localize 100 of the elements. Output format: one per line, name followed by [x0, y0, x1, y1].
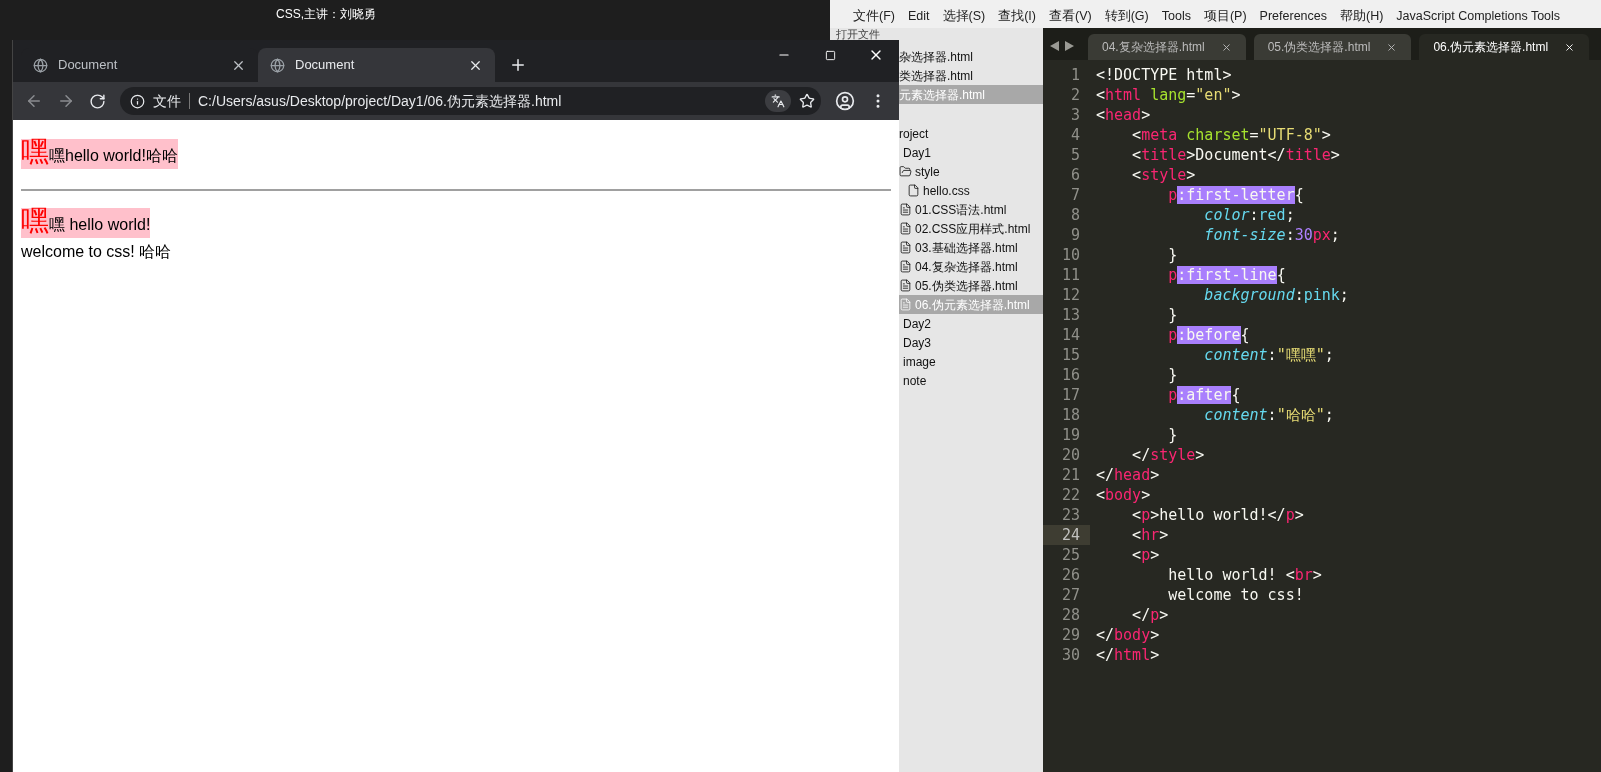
line-number: 3	[1069, 105, 1081, 125]
line-number: 11	[1060, 265, 1081, 285]
translate-icon	[771, 94, 785, 108]
info-icon[interactable]	[130, 93, 145, 109]
file-icon	[899, 279, 912, 292]
line-number: 22	[1060, 485, 1081, 505]
code-line: }	[1167, 365, 1178, 385]
reload-icon[interactable]	[89, 92, 106, 110]
file-icon	[907, 184, 920, 197]
menu-item[interactable]: 帮助(H)	[1340, 7, 1384, 26]
code-line: <style>	[1131, 165, 1196, 185]
line-number: 10	[1060, 245, 1081, 265]
sidebar-item[interactable]: Day3	[899, 333, 1043, 352]
sidebar-item[interactable]: Day1	[899, 143, 1043, 162]
sidebar-item[interactable]: 03.基础选择器.html	[899, 238, 1043, 257]
menu-item[interactable]: 转到(G)	[1104, 7, 1149, 26]
forward-icon[interactable]	[57, 92, 75, 110]
code-line: </style>	[1131, 445, 1205, 465]
menu-item[interactable]: JavaScript Completions Tools	[1396, 7, 1561, 26]
file-icon	[899, 298, 912, 311]
code-line: p:first-line{	[1167, 265, 1286, 285]
scroll-right-icon[interactable]	[1065, 41, 1074, 51]
file-icon	[899, 203, 912, 216]
line-number: 19	[1060, 425, 1081, 445]
line-number: 29	[1060, 625, 1081, 645]
translate-button[interactable]	[765, 90, 791, 112]
menu-item[interactable]: 查看(V)	[1049, 7, 1092, 26]
code-line: <p>	[1131, 545, 1160, 565]
line-number: 20	[1060, 445, 1081, 465]
open-file-item[interactable]: 杂选择器.html	[899, 47, 1043, 66]
sidebar-item[interactable]: 02.CSS应用样式.html	[899, 219, 1043, 238]
menu-item[interactable]: Edit	[907, 7, 930, 26]
sidebar-item[interactable]: note	[899, 371, 1043, 390]
sidebar-item[interactable]: image	[899, 352, 1043, 371]
sidebar-item[interactable]: 04.复杂选择器.html	[899, 257, 1043, 276]
line-number: 2	[1069, 85, 1081, 105]
line-number: 17	[1060, 385, 1081, 405]
line-number: 24	[1043, 525, 1090, 545]
code-line: content:"哈哈";	[1203, 405, 1334, 425]
sidebar-item[interactable]: Day2	[899, 314, 1043, 333]
sidebar-item[interactable]: 05.伪类选择器.html	[899, 276, 1043, 295]
menu-item[interactable]: 文件(F)	[853, 7, 895, 26]
line-number: 28	[1060, 605, 1081, 625]
folder-icon	[899, 165, 912, 178]
line-number: 8	[1069, 205, 1081, 225]
paragraph: 嘿嘿 hello world! welcome to css! 哈哈	[21, 207, 173, 261]
line-number: 12	[1060, 285, 1081, 305]
sidebar-item[interactable]: 01.CSS语法.html	[899, 200, 1043, 219]
line-number: 16	[1060, 365, 1081, 385]
sidebar-item[interactable]: style	[899, 162, 1043, 181]
editor-tab[interactable]: 04.复杂选择器.html	[1088, 34, 1246, 60]
editor-tab[interactable]: 05.伪类选择器.html	[1253, 34, 1412, 60]
sidebar-item[interactable]: hello.css	[899, 181, 1043, 200]
menu-item[interactable]: Preferences	[1259, 7, 1327, 26]
profile-icon[interactable]	[835, 91, 855, 111]
line-number: 27	[1060, 585, 1081, 605]
code-line: }	[1167, 245, 1178, 265]
code-line: content:"嘿嘿";	[1203, 345, 1334, 365]
menu-item[interactable]: 查找(I)	[998, 7, 1036, 26]
code-line: p:after{	[1167, 385, 1241, 405]
line-number: 4	[1069, 125, 1081, 145]
sidebar-item[interactable]: roject	[899, 124, 1043, 143]
back-icon[interactable]	[25, 92, 43, 110]
code-line: <body>	[1096, 485, 1151, 505]
star-icon[interactable]	[799, 93, 815, 109]
menu-item[interactable]: 项目(P)	[1203, 7, 1247, 26]
paragraph: 嘿嘿hello world!哈哈	[21, 138, 179, 171]
line-number: 25	[1060, 545, 1081, 565]
line-number: 30	[1060, 645, 1081, 665]
line-number: 7	[1069, 185, 1081, 205]
line-number: 23	[1060, 505, 1081, 525]
file-icon	[899, 260, 912, 273]
code-line: <head>	[1096, 105, 1151, 125]
editor-tab[interactable]: 06.伪元素选择器.html	[1419, 34, 1590, 60]
line-number: 9	[1069, 225, 1081, 245]
code-line: </html>	[1096, 645, 1160, 665]
code-line: </p>	[1131, 605, 1169, 625]
line-number: 5	[1069, 145, 1081, 165]
line-number: 15	[1060, 345, 1081, 365]
open-file-item[interactable]: 类选择器.html	[899, 66, 1043, 85]
close-icon[interactable]	[1564, 41, 1576, 53]
sidebar-header: 打开文件	[835, 28, 881, 40]
new-tab-icon[interactable]	[509, 56, 527, 74]
maximize-icon[interactable]	[824, 49, 836, 61]
address-bar[interactable]: 文件 C:/Users/asus/Desktop/project/Day1/06.伪元素选择器.html	[120, 87, 821, 115]
file-icon	[899, 241, 912, 254]
globe-icon	[270, 57, 285, 73]
code-line: <hr>	[1131, 525, 1169, 545]
code-line: font-size:30px;	[1203, 225, 1340, 245]
code-line: }	[1167, 425, 1178, 445]
code-line: </head>	[1096, 465, 1160, 485]
code-line: welcome to css!	[1167, 585, 1304, 605]
scheme-label: 文件	[153, 93, 190, 109]
line-number: 6	[1069, 165, 1081, 185]
scroll-left-icon[interactable]	[1050, 41, 1059, 51]
browser-tab[interactable]: Document	[258, 48, 495, 82]
menu-item[interactable]: Tools	[1161, 7, 1191, 26]
code-line: <p>hello world!</p>	[1131, 505, 1304, 525]
code-line: }	[1167, 305, 1178, 325]
menu-item[interactable]: 选择(S)	[942, 7, 986, 26]
